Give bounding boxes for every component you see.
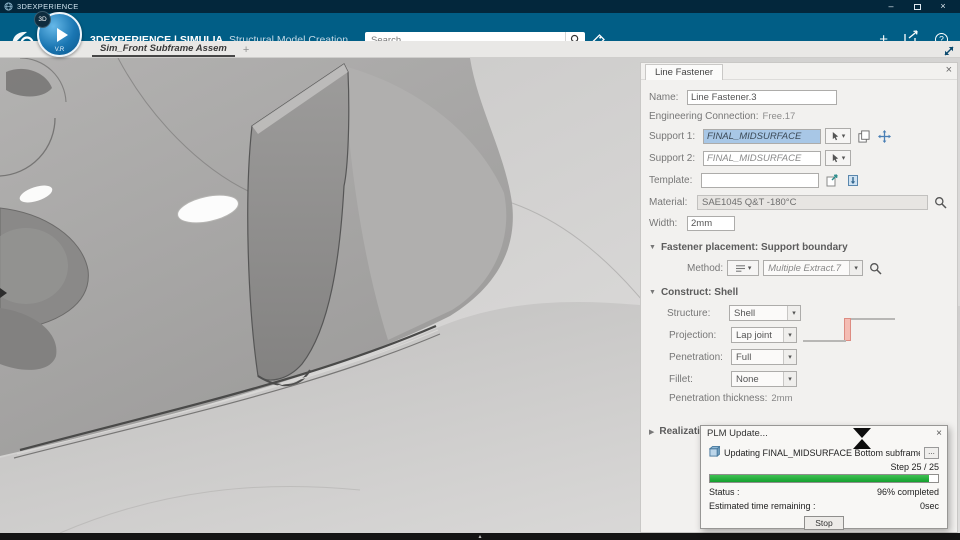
method-type-dropdown[interactable]: ▾ bbox=[727, 260, 760, 276]
left-panel-expander-icon[interactable] bbox=[0, 288, 7, 298]
joint-bottom-sheet-line bbox=[803, 340, 846, 342]
support2-label: Support 2: bbox=[649, 152, 696, 164]
plm-status-value: 96% completed bbox=[876, 487, 939, 497]
chevron-down-icon: ▾ bbox=[841, 133, 846, 140]
panel-title-tab[interactable]: Line Fastener bbox=[645, 64, 724, 80]
template-import-icon[interactable] bbox=[844, 172, 861, 188]
chevron-down-icon: ▾ bbox=[747, 265, 752, 272]
name-input[interactable] bbox=[687, 90, 837, 105]
chevron-down-icon: ▾ bbox=[783, 372, 796, 386]
plm-more-button[interactable]: ... bbox=[924, 446, 939, 459]
new-tab-button[interactable]: + bbox=[243, 44, 249, 57]
joint-top-sheet-line bbox=[849, 318, 895, 320]
os-titlebar: 3DEXPERIENCE – × bbox=[0, 0, 960, 13]
penetration-thickness-label: Penetration thickness: bbox=[669, 393, 768, 404]
plm-close-button[interactable]: × bbox=[936, 428, 942, 439]
bottom-expand-chevron-icon[interactable]: ▴ bbox=[478, 534, 481, 540]
plm-dialog-titlebar: PLM Update... × bbox=[701, 426, 947, 441]
window-minimize-button[interactable]: – bbox=[878, 0, 904, 13]
support1-selector-dropdown[interactable]: ▾ bbox=[825, 128, 851, 144]
copy-support-icon[interactable] bbox=[855, 128, 872, 144]
part-icon bbox=[708, 445, 722, 459]
chevron-down-icon: ▾ bbox=[783, 328, 796, 342]
section-expand-icon: ▶ bbox=[649, 428, 655, 436]
3d-compass[interactable]: 3D V.R bbox=[34, 11, 82, 57]
material-value-field[interactable]: SAE1045 Q&T -180°C bbox=[697, 194, 928, 210]
template-export-icon[interactable] bbox=[823, 172, 840, 188]
document-tab-bar: Sim_Front Subframe Assem + bbox=[0, 41, 960, 58]
hourglass-busy-icon bbox=[853, 428, 871, 449]
plm-eta-label: Estimated time remaining : bbox=[709, 501, 816, 511]
width-label: Width: bbox=[649, 218, 678, 229]
plm-dialog-title: PLM Update... bbox=[707, 428, 768, 439]
support1-label: Support 1: bbox=[649, 130, 696, 142]
play-icon bbox=[57, 28, 68, 42]
chevron-down-icon: ▾ bbox=[787, 306, 800, 320]
fillet-value: None bbox=[736, 373, 759, 385]
tab-sim-front-subframe[interactable]: Sim_Front Subframe Assem bbox=[92, 41, 235, 57]
section-collapse-icon: ▼ bbox=[649, 244, 656, 251]
plm-progress-bar bbox=[709, 474, 939, 483]
material-search-icon[interactable] bbox=[932, 194, 949, 210]
penetration-dropdown[interactable]: Full ▾ bbox=[731, 349, 797, 365]
panel-header: Line Fastener × bbox=[641, 63, 957, 80]
projection-value: Lap joint bbox=[736, 329, 772, 341]
projection-label: Projection: bbox=[669, 329, 717, 341]
structure-dropdown[interactable]: Shell ▾ bbox=[729, 305, 801, 321]
plm-updating-text: Updating FINAL_MIDSURFACE Bottom subfram… bbox=[724, 447, 920, 458]
placement-section-header[interactable]: ▼ Fastener placement: Support boundary bbox=[649, 242, 949, 253]
compass-vr-label: V.R bbox=[54, 47, 65, 53]
method-search-icon[interactable] bbox=[867, 260, 884, 276]
plm-stop-button[interactable]: Stop bbox=[804, 516, 844, 530]
move-support-icon[interactable] bbox=[876, 128, 893, 144]
plm-progress-fill bbox=[710, 475, 929, 482]
construct-section-header[interactable]: ▼ Construct: Shell bbox=[649, 287, 949, 298]
projection-dropdown[interactable]: Lap joint ▾ bbox=[731, 327, 797, 343]
lap-joint-diagram bbox=[801, 310, 897, 348]
window-maximize-icon bbox=[913, 3, 921, 10]
application-window: 3DEXPERIENCE – × 3DEXPERIENCE | SIMULIA … bbox=[0, 0, 960, 540]
construct-section-title: Construct: Shell bbox=[660, 287, 739, 298]
joint-fastener-bar bbox=[844, 318, 851, 341]
penetration-thickness-value: 2mm bbox=[771, 393, 793, 404]
window-maximize-button[interactable] bbox=[904, 0, 930, 13]
structure-label: Structure: bbox=[667, 307, 711, 319]
compass-3d-badge[interactable]: 3D bbox=[34, 11, 51, 28]
method-value-dropdown[interactable]: Multiple Extract.7 ▾ bbox=[763, 260, 864, 276]
fillet-dropdown[interactable]: None ▾ bbox=[731, 371, 797, 387]
method-label: Method: bbox=[687, 262, 724, 274]
penetration-label: Penetration: bbox=[669, 351, 723, 363]
support2-input[interactable] bbox=[703, 150, 821, 166]
chevron-down-icon: ▾ bbox=[783, 350, 796, 364]
plm-status-label: Status : bbox=[709, 487, 740, 497]
panel-close-button[interactable]: × bbox=[946, 64, 952, 76]
plm-update-dialog: PLM Update... × Updating FINAL_MIDSURFAC… bbox=[700, 425, 948, 530]
chevron-down-icon: ▾ bbox=[841, 155, 846, 162]
penetration-value: Full bbox=[736, 351, 752, 363]
app-toolbar: 3DEXPERIENCE | SIMULIA Structural Model … bbox=[0, 13, 960, 50]
template-label: Template: bbox=[649, 174, 693, 186]
method-value: Multiple Extract.7 bbox=[768, 262, 842, 274]
width-input[interactable] bbox=[687, 216, 735, 231]
chevron-down-icon: ▾ bbox=[849, 261, 863, 275]
window-close-button[interactable]: × bbox=[930, 0, 956, 13]
support2-selector-dropdown[interactable]: ▾ bbox=[825, 150, 851, 166]
section-collapse-icon: ▼ bbox=[649, 289, 656, 296]
template-input[interactable] bbox=[701, 172, 819, 188]
plm-step-counter: Step 25 / 25 bbox=[890, 462, 939, 472]
material-label: Material: bbox=[649, 196, 688, 208]
engineering-connection-label: Engineering Connection: bbox=[649, 111, 759, 122]
name-label: Name: bbox=[649, 92, 679, 103]
bottom-status-bar: ▴ bbox=[0, 533, 960, 540]
titlebar-app-name: 3DEXPERIENCE bbox=[17, 2, 79, 11]
structure-value: Shell bbox=[734, 307, 756, 319]
support1-input[interactable] bbox=[703, 128, 821, 144]
fillet-label: Fillet: bbox=[669, 373, 693, 385]
engineering-connection-value: Free.17 bbox=[762, 111, 796, 122]
plm-eta-value: 0sec bbox=[919, 501, 939, 511]
placement-section-title: Fastener placement: Support boundary bbox=[660, 242, 848, 253]
